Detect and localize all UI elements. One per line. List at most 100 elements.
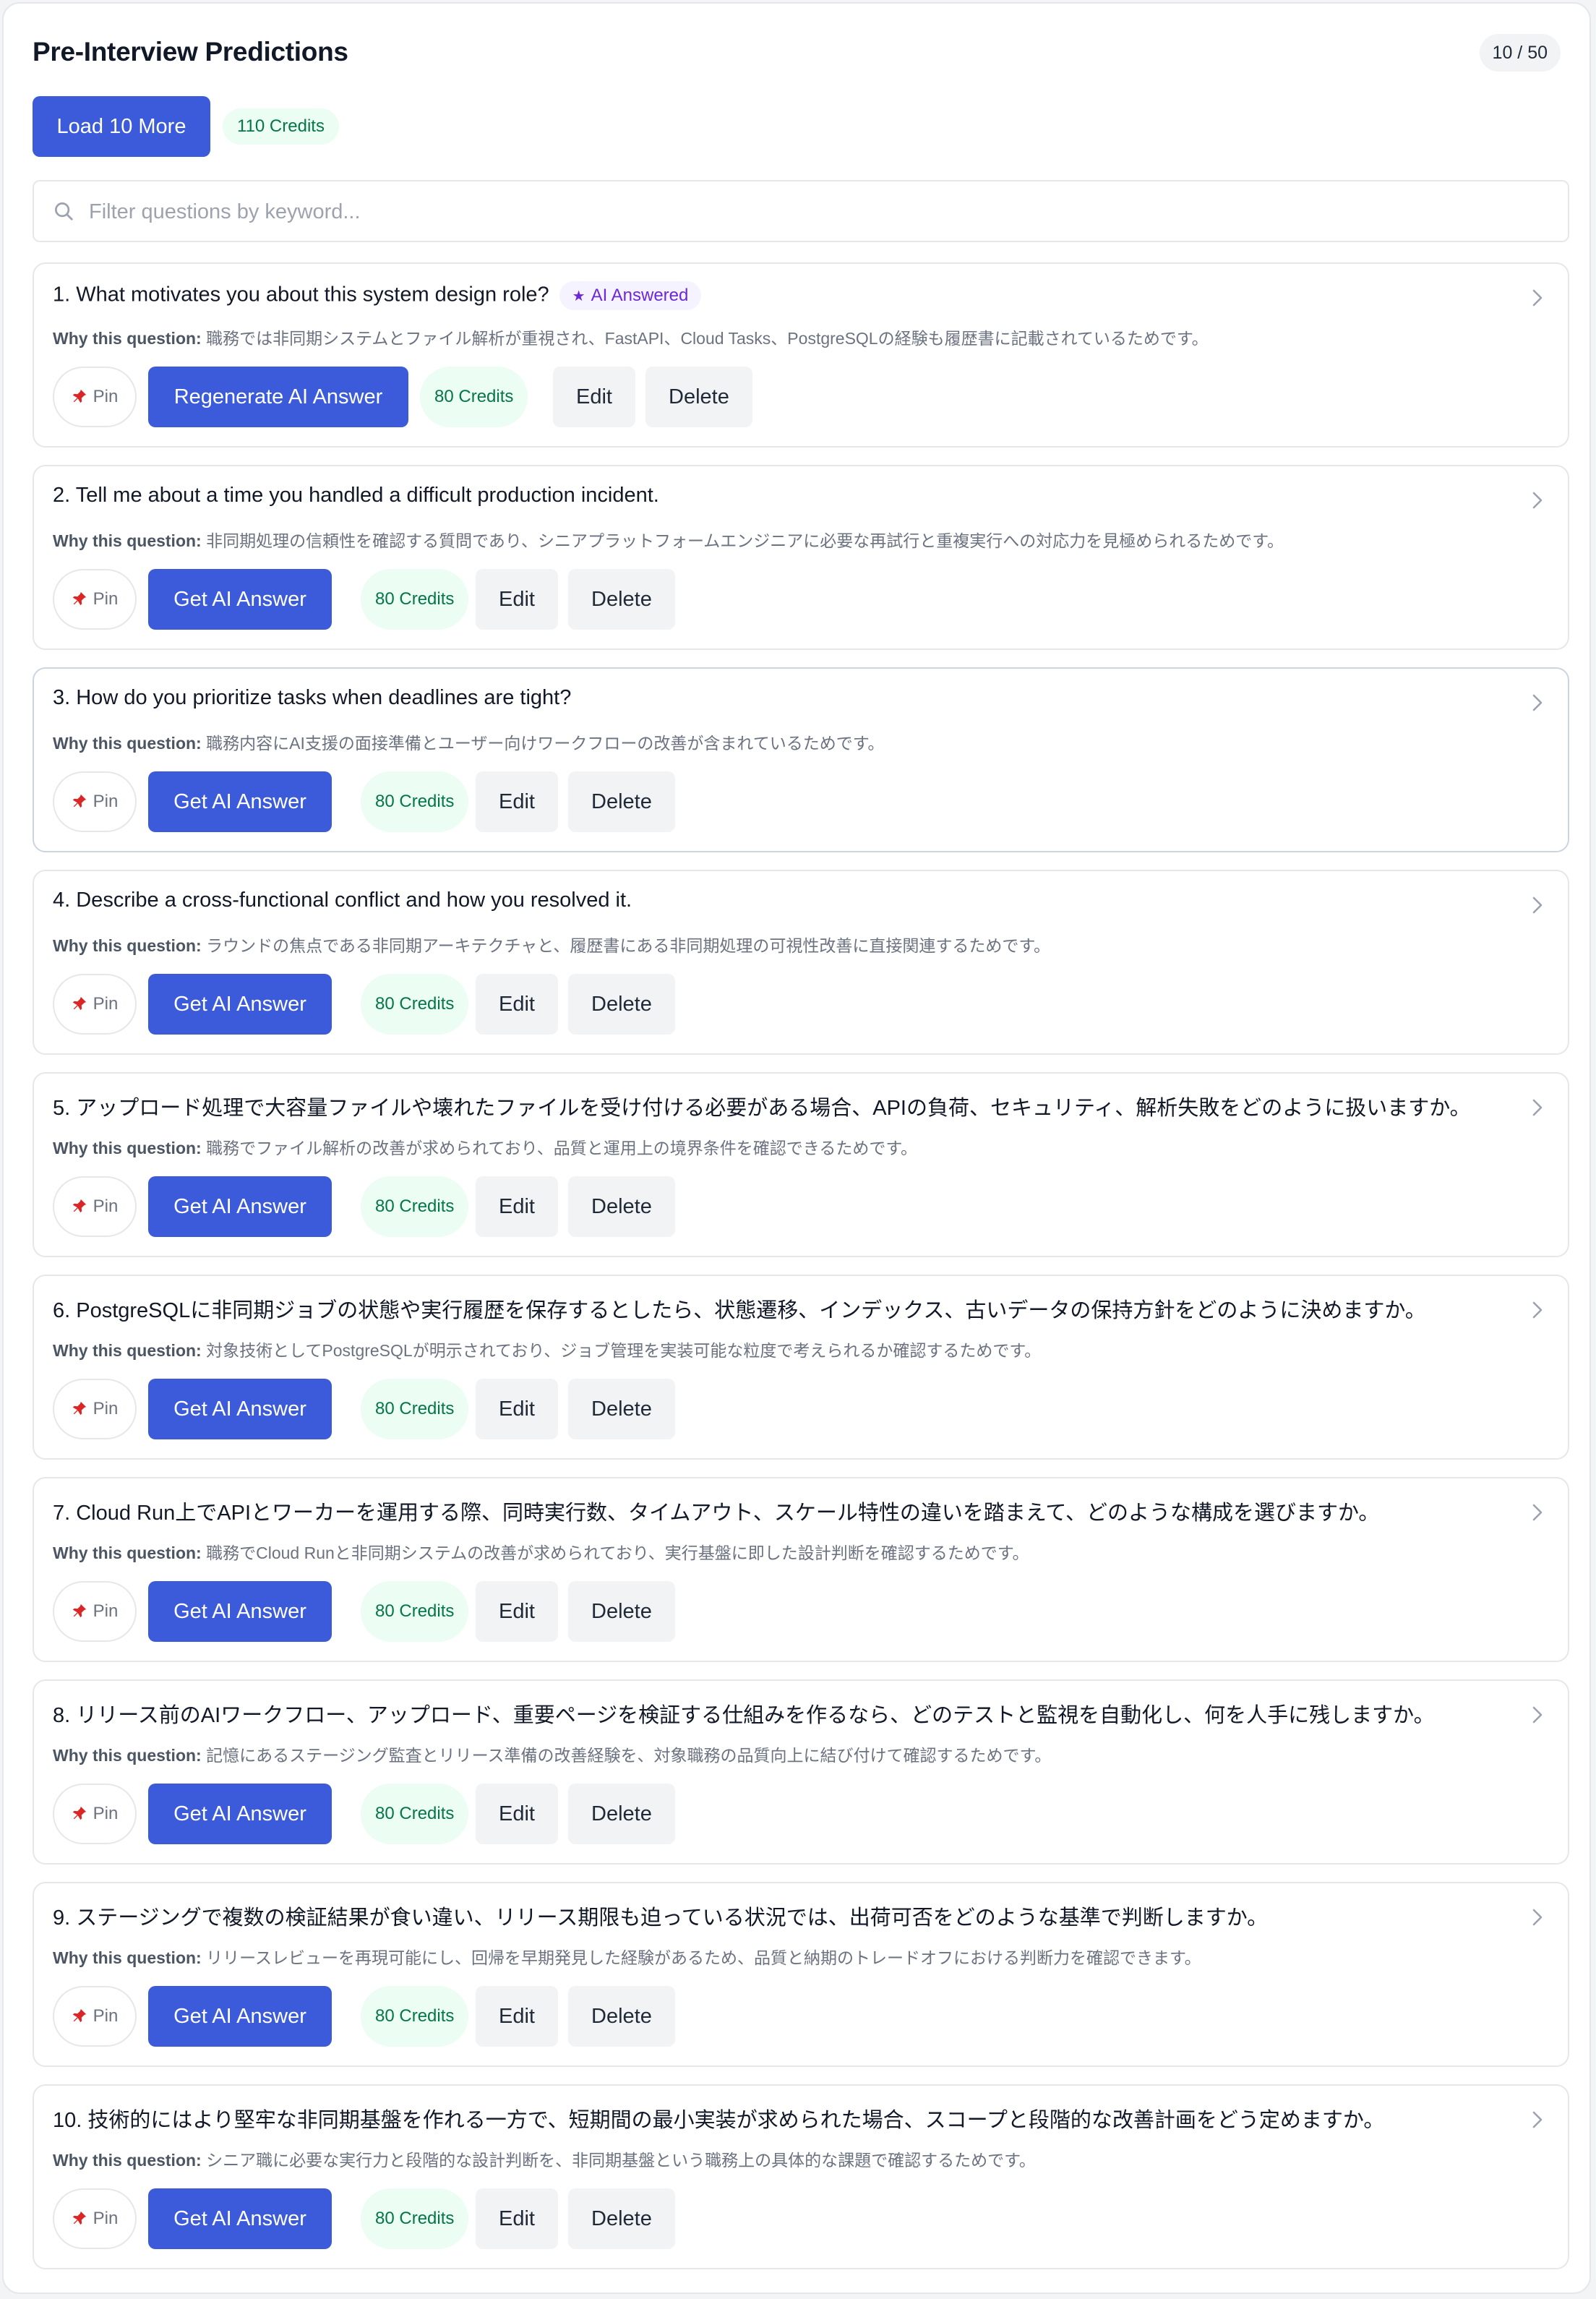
get-ai-answer-button[interactable]: Get AI Answer (148, 1176, 332, 1237)
pin-button[interactable]: Pin (53, 1581, 137, 1642)
ai-answered-badge: ★ AI Answered (559, 281, 702, 310)
action-credits-badge: 80 Credits (420, 367, 528, 427)
delete-button[interactable]: Delete (568, 1581, 675, 1642)
pin-button[interactable]: Pin (53, 1379, 137, 1439)
question-card[interactable]: 10. 技術的にはより堅牢な非同期基盤を作れる一方で、短期間の最小実装が求められ… (33, 2084, 1569, 2269)
why-text: 職務では非同期システムとファイル解析が重視され、FastAPI、Cloud Ta… (206, 329, 1209, 348)
load-more-button[interactable]: Load 10 More (33, 96, 210, 157)
credits-balance-badge: 110 Credits (223, 108, 339, 145)
edit-button[interactable]: Edit (476, 771, 558, 832)
pin-button[interactable]: Pin (53, 569, 137, 630)
pin-button[interactable]: Pin (53, 367, 137, 427)
why-text: 職務内容にAI支援の面接準備とユーザー向けワークフローの改善が含まれているためで… (206, 734, 885, 753)
page-title: Pre-Interview Predictions (33, 37, 348, 67)
why-prefix: Why this question: (53, 1139, 202, 1157)
get-ai-answer-button[interactable]: Get AI Answer (148, 1784, 332, 1844)
pin-button[interactable]: Pin (53, 974, 137, 1035)
question-text: 4. Describe a cross-functional conflict … (53, 889, 632, 912)
get-ai-answer-button[interactable]: Get AI Answer (148, 569, 332, 630)
get-ai-answer-button[interactable]: Get AI Answer (148, 2188, 332, 2249)
chevron-right-icon[interactable] (1532, 491, 1543, 510)
get-ai-answer-button[interactable]: Get AI Answer (148, 771, 332, 832)
question-rationale: Why this question: シニア職に必要な実行力と段階的な設計判断を… (53, 2146, 1036, 2171)
edit-button[interactable]: Edit (553, 367, 635, 427)
delete-button[interactable]: Delete (645, 367, 752, 427)
delete-button[interactable]: Delete (568, 1784, 675, 1844)
pin-icon (72, 1401, 86, 1416)
chevron-right-icon[interactable] (1532, 896, 1543, 915)
pin-button[interactable]: Pin (53, 1784, 137, 1844)
delete-button[interactable]: Delete (568, 569, 675, 630)
edit-button[interactable]: Edit (476, 2188, 558, 2249)
question-text: 1. What motivates you about this system … (53, 283, 549, 307)
question-card[interactable]: 1. What motivates you about this system … (33, 262, 1569, 448)
delete-button[interactable]: Delete (568, 1176, 675, 1237)
ai-answered-label: AI Answered (591, 286, 689, 305)
question-text: 8. リリース前のAIワークフロー、アップロード、重要ページを検証する仕組みを作… (53, 1704, 1435, 1727)
question-rationale: Why this question: 対象技術としてPostgreSQLが明示さ… (53, 1337, 1041, 1361)
predictions-panel: Pre-Interview Predictions 10 / 50 Load 1… (2, 2, 1591, 2294)
chevron-right-icon[interactable] (1532, 693, 1543, 712)
edit-button[interactable]: Edit (476, 1784, 558, 1844)
chevron-right-icon[interactable] (1532, 1705, 1543, 1724)
search-icon (55, 202, 73, 221)
pin-button[interactable]: Pin (53, 1176, 137, 1237)
regenerate-ai-answer-button[interactable]: Regenerate AI Answer (148, 367, 408, 427)
delete-button[interactable]: Delete (568, 771, 675, 832)
pin-label: Pin (93, 589, 119, 609)
edit-button[interactable]: Edit (476, 974, 558, 1035)
pin-button[interactable]: Pin (53, 2188, 137, 2249)
search-input[interactable] (87, 181, 1522, 242)
question-card[interactable]: 4. Describe a cross-functional conflict … (33, 870, 1569, 1055)
why-prefix: Why this question: (53, 734, 202, 753)
search-box (33, 180, 1569, 242)
pin-icon (72, 1806, 86, 1820)
chevron-right-icon[interactable] (1532, 2110, 1543, 2129)
question-text: 10. 技術的にはより堅牢な非同期基盤を作れる一方で、短期間の最小実装が求められ… (53, 2109, 1385, 2132)
edit-button[interactable]: Edit (476, 1581, 558, 1642)
question-card[interactable]: 3. How do you prioritize tasks when dead… (33, 667, 1569, 852)
edit-button[interactable]: Edit (476, 569, 558, 630)
edit-button[interactable]: Edit (476, 1986, 558, 2047)
why-prefix: Why this question: (53, 936, 202, 955)
pin-label: Pin (93, 1399, 119, 1418)
question-card[interactable]: 6. PostgreSQLに非同期ジョブの状態や実行履歴を保存するとしたら、状態… (33, 1275, 1569, 1460)
why-text: 職務でCloud Runと非同期システムの改善が求められており、実行基盤に即した… (206, 1544, 1029, 1562)
question-card[interactable]: 9. ステージングで複数の検証結果が食い違い、リリース期限も迫っている状況では、… (33, 1882, 1569, 2067)
pin-button[interactable]: Pin (53, 771, 137, 832)
why-text: 非同期処理の信頼性を確認する質問であり、シニアプラットフォームエンジニアに必要な… (206, 531, 1284, 550)
chevron-right-icon[interactable] (1532, 288, 1543, 307)
pin-icon (72, 2008, 86, 2023)
question-card[interactable]: 2. Tell me about a time you handled a di… (33, 465, 1569, 650)
question-title: 6. PostgreSQLに非同期ジョブの状態や実行履歴を保存するとしたら、状態… (53, 1293, 1426, 1324)
edit-button[interactable]: Edit (476, 1379, 558, 1439)
get-ai-answer-button[interactable]: Get AI Answer (148, 974, 332, 1035)
question-counter-badge: 10 / 50 (1479, 34, 1561, 72)
delete-button[interactable]: Delete (568, 1379, 675, 1439)
get-ai-answer-button[interactable]: Get AI Answer (148, 1581, 332, 1642)
question-card[interactable]: 7. Cloud Run上でAPIとワーカーを運用する際、同時実行数、タイムアウ… (33, 1477, 1569, 1662)
question-card[interactable]: 5. アップロード処理で大容量ファイルや壊れたファイルを受け付ける必要がある場合… (33, 1072, 1569, 1257)
pin-label: Pin (93, 792, 119, 811)
why-prefix: Why this question: (53, 2151, 202, 2170)
star-icon: ★ (572, 288, 585, 304)
why-text: 記憶にあるステージング監査とリリース準備の改善経験を、対象職務の品質向上に結び付… (206, 1746, 1052, 1765)
question-card[interactable]: 8. リリース前のAIワークフロー、アップロード、重要ページを検証する仕組みを作… (33, 1679, 1569, 1865)
chevron-right-icon[interactable] (1532, 1098, 1543, 1117)
chevron-right-icon[interactable] (1532, 1301, 1543, 1319)
chevron-right-icon[interactable] (1532, 1908, 1543, 1927)
delete-button[interactable]: Delete (568, 1986, 675, 2047)
delete-button[interactable]: Delete (568, 974, 675, 1035)
get-ai-answer-button[interactable]: Get AI Answer (148, 1986, 332, 2047)
action-credits-badge: 80 Credits (361, 771, 469, 832)
action-credits-badge: 80 Credits (361, 974, 469, 1035)
chevron-right-icon[interactable] (1532, 1503, 1543, 1522)
pin-icon (72, 2211, 86, 2225)
pin-button[interactable]: Pin (53, 1986, 137, 2047)
pin-label: Pin (93, 2209, 119, 2228)
pin-label: Pin (93, 1804, 119, 1823)
question-rationale: Why this question: リリースレビューを再現可能にし、回帰を早期… (53, 1944, 1201, 1969)
get-ai-answer-button[interactable]: Get AI Answer (148, 1379, 332, 1439)
edit-button[interactable]: Edit (476, 1176, 558, 1237)
delete-button[interactable]: Delete (568, 2188, 675, 2249)
